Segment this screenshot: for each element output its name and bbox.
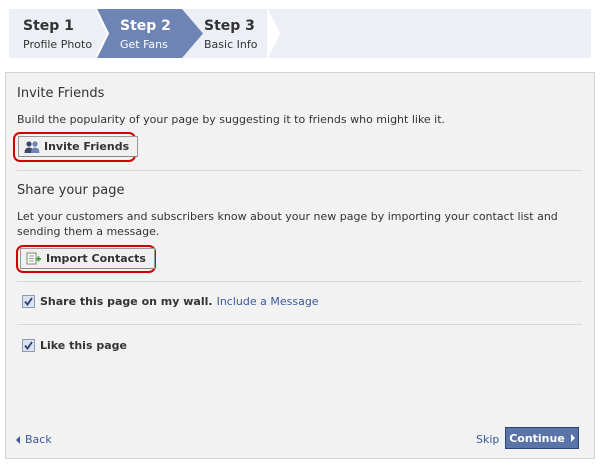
share-on-wall-option: Share this page on my wall. Include a Me…	[22, 295, 319, 308]
continue-button[interactable]: Continue	[505, 427, 579, 449]
import-contacts-button[interactable]: Import Contacts	[20, 248, 155, 269]
back-arrow-icon	[16, 435, 20, 444]
invite-friends-button[interactable]: Invite Friends	[18, 136, 139, 157]
share-page-heading: Share your page	[17, 183, 125, 198]
like-page-label: Like this page	[40, 339, 127, 352]
import-contacts-icon	[26, 252, 42, 266]
like-page-checkbox[interactable]	[22, 339, 35, 352]
step-3-title: Step 3	[204, 18, 255, 34]
step-2-active: Step 2 Get Fans	[96, 9, 206, 58]
step-wizard: Step 1 Profile Photo Step 2 Get Fans Ste…	[9, 9, 591, 58]
step-1-title: Step 1	[23, 18, 74, 34]
invite-friends-button-label: Invite Friends	[44, 140, 130, 153]
back-link[interactable]: Back	[16, 433, 52, 446]
invite-friends-heading: Invite Friends	[17, 86, 105, 101]
step-1: Step 1 Profile Photo	[9, 9, 109, 58]
section-divider	[17, 281, 582, 282]
back-label: Back	[25, 433, 52, 446]
step-3-subtitle: Basic Info	[204, 38, 258, 51]
section-divider	[17, 170, 582, 171]
import-contacts-button-label: Import Contacts	[46, 252, 146, 265]
share-page-description: Let your customers and subscribers know …	[17, 210, 558, 238]
continue-label: Continue	[509, 431, 565, 445]
invite-friends-description: Build the popularity of your page by sug…	[17, 113, 446, 126]
section-divider	[17, 324, 582, 325]
step-3-chevron	[267, 9, 281, 58]
skip-link[interactable]: Skip	[476, 433, 499, 446]
checkmark-icon	[24, 297, 33, 306]
step-1-subtitle: Profile Photo	[23, 38, 93, 51]
continue-arrow-icon	[570, 434, 575, 442]
share-on-wall-label: Share this page on my wall.	[40, 295, 213, 308]
step-2-subtitle: Get Fans	[120, 38, 168, 51]
step-2-title: Step 2	[120, 18, 171, 34]
like-page-option: Like this page	[22, 339, 127, 352]
checkmark-icon	[24, 341, 33, 350]
get-fans-panel: Invite Friends Build the popularity of y…	[5, 72, 595, 459]
include-message-link[interactable]: Include a Message	[217, 295, 319, 308]
friends-icon	[24, 140, 40, 154]
step-3: Step 3 Basic Info	[204, 9, 304, 58]
share-on-wall-checkbox[interactable]	[22, 295, 35, 308]
